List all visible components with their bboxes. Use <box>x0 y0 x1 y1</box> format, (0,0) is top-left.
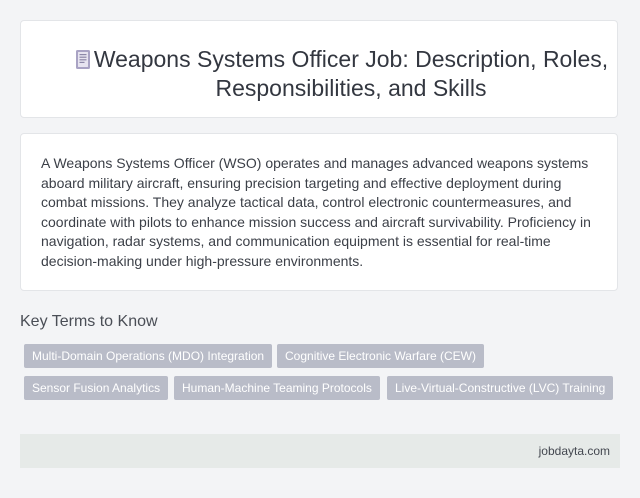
key-term-tag[interactable]: Cognitive Electronic Warfare (CEW) <box>277 344 484 368</box>
source-link[interactable]: jobdayta.com <box>539 443 610 459</box>
key-term-tag[interactable]: Multi-Domain Operations (MDO) Integratio… <box>24 344 273 368</box>
footer: jobdayta.com <box>20 434 620 468</box>
key-terms-heading: Key Terms to Know <box>20 313 158 330</box>
page: Weapons Systems Officer Job: Description… <box>0 0 640 498</box>
key-term-tag[interactable]: Human-Machine Teaming Protocols <box>174 376 380 400</box>
key-term-tag[interactable]: Sensor Fusion Analytics <box>24 376 169 400</box>
description-card: A Weapons Systems Officer (WSO) operates… <box>20 133 618 291</box>
key-term-tag[interactable]: Live-Virtual-Constructive (LVC) Training <box>387 376 614 400</box>
page-title: Weapons Systems Officer Job: Description… <box>93 46 609 101</box>
job-description: A Weapons Systems Officer (WSO) operates… <box>41 155 591 269</box>
title-card: Weapons Systems Officer Job: Description… <box>20 20 618 118</box>
